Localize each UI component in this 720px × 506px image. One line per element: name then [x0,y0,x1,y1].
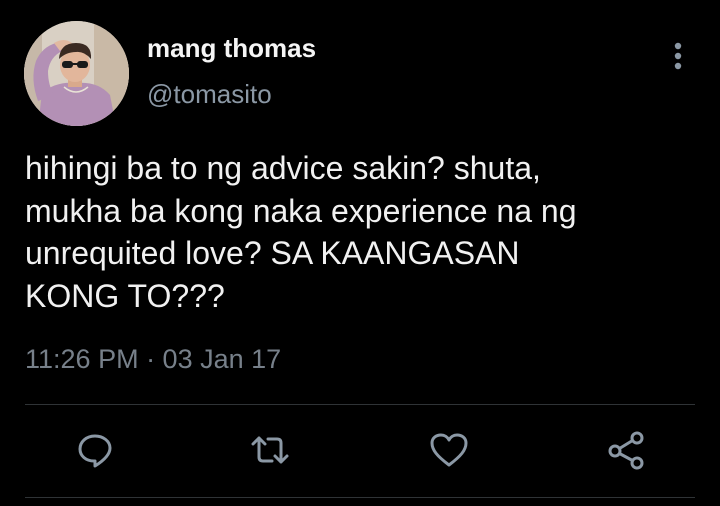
avatar-photo [24,21,129,126]
timestamp: 11:26 PM · 03 Jan 17 [25,344,282,374]
avatar[interactable] [24,21,129,126]
tweet-text-line: unrequited love? SA KAANGASAN [25,235,520,271]
share-button[interactable] [606,430,646,470]
share-icon [608,431,644,470]
retweet-icon [251,436,289,464]
like-button[interactable] [429,430,469,470]
tweet-text-line: hihingi ba to ng advice sakin? shuta, [25,150,541,186]
more-vertical-icon [674,42,682,70]
handle[interactable]: @tomasito [147,79,272,110]
like-icon [430,433,468,467]
display-name[interactable]: mang thomas [147,33,316,64]
divider [25,404,695,405]
more-options-button[interactable] [666,40,690,74]
retweet-button[interactable] [250,430,290,470]
reply-icon [78,434,112,468]
divider [25,497,695,498]
reply-button[interactable] [75,430,115,470]
tweet-text-line: KONG TO??? [25,277,225,314]
tweet-text: hihingi ba to ng advice sakin? shuta, mu… [25,147,695,317]
tweet-text-line: mukha ba kong naka experience na ng [25,192,577,229]
